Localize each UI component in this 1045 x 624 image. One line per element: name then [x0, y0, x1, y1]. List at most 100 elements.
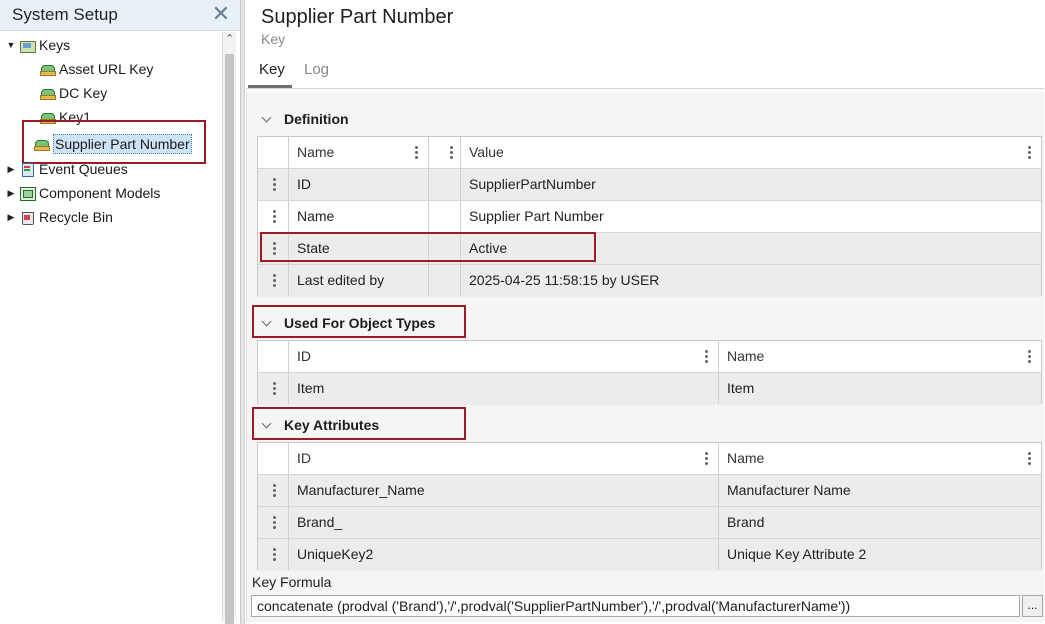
definition-table: Name Value ID SupplierPartNumber Name Su… — [257, 136, 1042, 297]
table-row[interactable]: Brand_ Brand — [258, 507, 1041, 539]
tree-scrollbar[interactable]: ⌃ — [222, 32, 236, 624]
table-row[interactable]: Manufacturer_Name Manufacturer Name — [258, 475, 1041, 507]
section-definition-header[interactable]: Definition — [262, 111, 349, 127]
table-row[interactable]: Name Supplier Part Number — [258, 201, 1041, 233]
tree-item-label: Keys — [39, 37, 71, 53]
tree-item-recycle-bin[interactable]: ▶ Recycle Bin — [6, 206, 113, 228]
key-icon — [39, 86, 56, 100]
tree-item-label: Event Queues — [39, 161, 128, 177]
tree-item-supplier-part-number[interactable]: Supplier Part Number — [33, 133, 192, 155]
key-icon — [39, 62, 56, 76]
section-title: Key Attributes — [284, 417, 380, 433]
row-value: Supplier Part Number — [460, 201, 1042, 232]
panel-splitter[interactable] — [241, 0, 245, 624]
row-name: ID — [288, 169, 428, 200]
row-menu-icon[interactable] — [272, 210, 276, 224]
row-menu-icon[interactable] — [272, 274, 276, 288]
row-value: SupplierPartNumber — [460, 169, 1042, 200]
column-header-name: Name — [288, 137, 428, 168]
row-id: Item — [288, 373, 718, 404]
tree-item-event-queues[interactable]: ▶ Event Queues — [6, 158, 128, 180]
section-key-attributes-header[interactable]: Key Attributes — [262, 417, 379, 433]
column-header-name: Name — [718, 443, 1042, 474]
expand-arrow-icon[interactable]: ▶ — [6, 158, 16, 180]
close-icon[interactable]: ✕ — [210, 2, 232, 26]
system-setup-panel: System Setup ✕ ▼ Keys Asset URL Key DC K… — [0, 0, 241, 624]
row-name: Last edited by — [288, 265, 428, 296]
row-menu-icon[interactable] — [272, 382, 276, 396]
expand-arrow-icon[interactable]: ▼ — [6, 34, 16, 56]
tree-item-label: Recycle Bin — [39, 209, 113, 225]
section-title: Used For Object Types — [284, 315, 436, 331]
row-name: Item — [718, 373, 1042, 404]
page-subtitle: Key — [261, 31, 286, 47]
panel-title: System Setup — [12, 5, 118, 24]
column-menu-icon[interactable] — [1027, 452, 1031, 466]
row-menu-icon[interactable] — [272, 484, 276, 498]
key-formula-label: Key Formula — [252, 574, 332, 590]
tree-item-key1[interactable]: Key1 — [39, 106, 91, 128]
chevron-down-icon[interactable] — [262, 318, 272, 328]
tree-item-label: DC Key — [59, 85, 108, 101]
column-menu-icon[interactable] — [704, 452, 708, 466]
tree-item-asset-url-key[interactable]: Asset URL Key — [39, 58, 153, 80]
column-header-id: ID — [288, 341, 718, 372]
column-header-value: Value — [460, 137, 1042, 168]
table-row[interactable]: State Active — [258, 233, 1041, 265]
table-row[interactable]: UniqueKey2 Unique Key Attribute 2 — [258, 539, 1041, 571]
column-menu-icon[interactable] — [449, 146, 453, 160]
tree-item-label: Asset URL Key — [59, 61, 154, 77]
scroll-up-icon[interactable]: ⌃ — [225, 32, 234, 45]
chevron-down-icon[interactable] — [262, 114, 272, 124]
expand-arrow-icon[interactable]: ▶ — [6, 182, 16, 204]
table-row[interactable]: Item Item — [258, 373, 1041, 405]
page-title: Supplier Part Number — [261, 6, 454, 28]
tab-log[interactable]: Log — [304, 61, 329, 78]
row-id: UniqueKey2 — [288, 539, 718, 570]
column-header-id: ID — [288, 443, 718, 474]
key-icon — [33, 137, 50, 151]
table-header-row: Name Value — [258, 137, 1041, 169]
row-name: State — [288, 233, 428, 264]
column-menu-icon[interactable] — [1027, 350, 1031, 364]
recycle-bin-icon — [19, 210, 35, 225]
used-for-table: ID Name Item Item — [257, 340, 1042, 405]
table-header-row: ID Name — [258, 341, 1041, 373]
section-title: Definition — [284, 111, 349, 127]
tree-item-component-models[interactable]: ▶ Component Models — [6, 182, 160, 204]
row-id: Brand_ — [288, 507, 718, 538]
chevron-down-icon[interactable] — [262, 420, 272, 430]
column-menu-icon[interactable] — [414, 146, 418, 160]
row-menu-icon[interactable] — [272, 516, 276, 530]
row-name: Brand — [718, 507, 1042, 538]
row-value: Active — [460, 233, 1042, 264]
tree-item-label: Component Models — [39, 185, 161, 201]
column-header-name: Name — [718, 341, 1042, 372]
table-row[interactable]: Last edited by 2025-04-25 11:58:15 by US… — [258, 265, 1041, 297]
table-header-row: ID Name — [258, 443, 1041, 475]
row-name: Name — [288, 201, 428, 232]
component-model-icon — [19, 186, 36, 201]
row-menu-icon[interactable] — [272, 242, 276, 256]
section-used-for-header[interactable]: Used For Object Types — [262, 315, 435, 331]
row-value: 2025-04-25 11:58:15 by USER — [460, 265, 1042, 296]
expand-arrow-icon[interactable]: ▶ — [6, 206, 16, 228]
row-name: Manufacturer Name — [718, 475, 1042, 506]
tree-item-dc-key[interactable]: DC Key — [39, 82, 107, 104]
tab-divider — [246, 88, 1044, 89]
table-row[interactable]: ID SupplierPartNumber — [258, 169, 1041, 201]
key-formula-input[interactable] — [251, 595, 1020, 617]
key-icon — [39, 110, 56, 124]
tree-item-keys[interactable]: ▼ Keys — [6, 34, 70, 56]
row-menu-icon[interactable] — [272, 178, 276, 192]
column-menu-icon[interactable] — [1027, 146, 1031, 160]
row-name: Unique Key Attribute 2 — [718, 539, 1042, 570]
key-attributes-table: ID Name Manufacturer_Name Manufacturer N… — [257, 442, 1042, 571]
column-menu-icon[interactable] — [704, 350, 708, 364]
scrollbar-thumb[interactable] — [225, 54, 234, 624]
tree-item-label: Supplier Part Number — [53, 134, 192, 154]
tab-key[interactable]: Key — [259, 61, 285, 78]
tree-item-label: Key1 — [59, 109, 91, 125]
formula-editor-button[interactable]: ... — [1022, 595, 1043, 617]
row-menu-icon[interactable] — [272, 548, 276, 562]
